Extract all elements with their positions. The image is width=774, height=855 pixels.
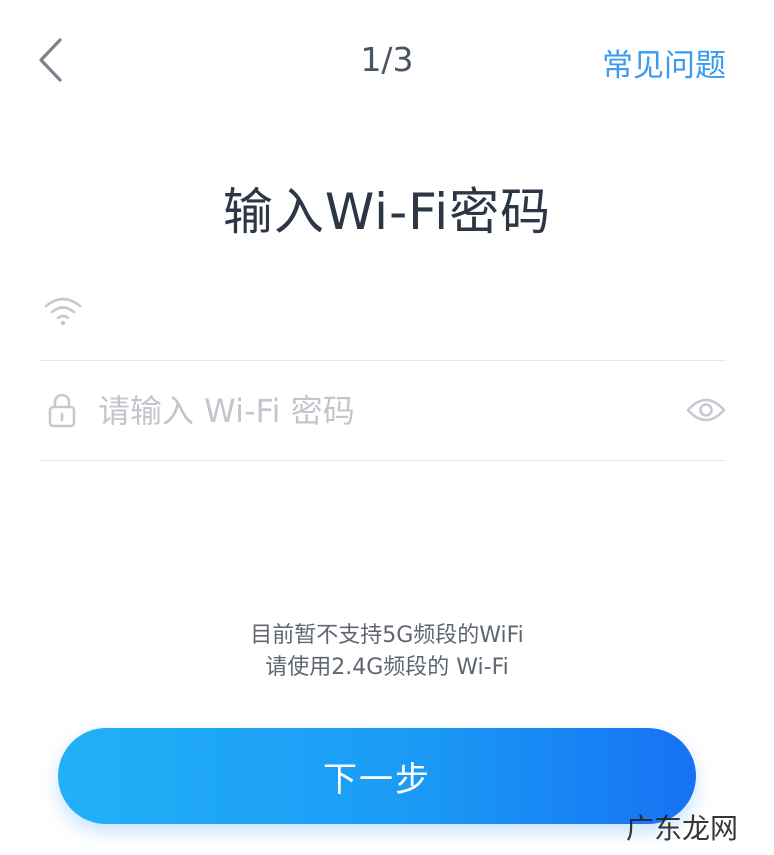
lock-icon [48, 393, 76, 428]
top-nav-bar: 1/3 常见问题 [0, 0, 774, 120]
watermark-logo: 广东龙网 [625, 812, 738, 845]
page-title: 输入Wi-Fi密码 [222, 183, 552, 241]
faq-link[interactable]: 常见问题 [602, 40, 726, 85]
wifi-icon [44, 297, 82, 326]
password-input[interactable] [98, 386, 638, 436]
notice-line-2: 请使用2.4G频段的 Wi-Fi [265, 655, 509, 680]
wifi-network-row[interactable] [40, 280, 726, 361]
password-row [40, 362, 726, 461]
notice-line-1: 目前暂不支持5G频段的WiFi [250, 623, 524, 648]
eye-icon[interactable] [686, 396, 726, 424]
next-button[interactable]: 下一步 [58, 728, 696, 824]
band-support-notice: 目前暂不支持5G频段的WiFi 请使用2.4G频段的 Wi-Fi [0, 620, 774, 684]
